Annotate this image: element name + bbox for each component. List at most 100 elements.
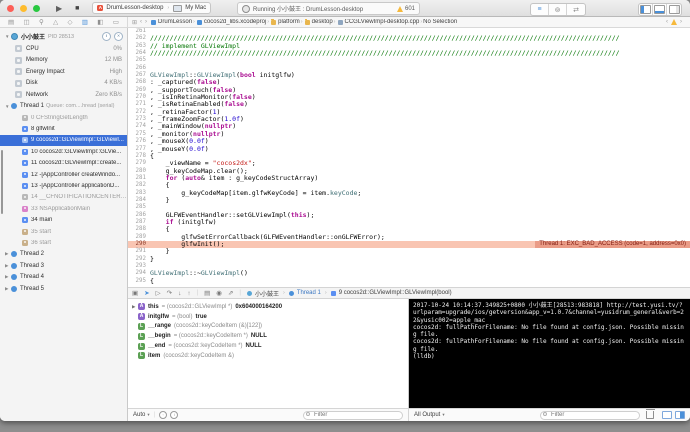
variable-row[interactable]: L __range (cocos2d::keyCodeItem (&)[122]) — [128, 322, 408, 332]
version-editor-button[interactable]: ⇄ — [567, 4, 585, 15]
variable-name: __end — [148, 343, 166, 350]
stack-frame-row[interactable]: 33 NSApplicationMain — [0, 203, 127, 214]
console-scope-popup[interactable]: All Output — [414, 412, 440, 418]
stack-frame-row[interactable]: 12 -[AppController createWindo... — [0, 169, 127, 180]
next-issue-icon[interactable]: › — [680, 19, 682, 25]
code-token: ; — [251, 159, 256, 168]
line-number: 275 — [135, 130, 146, 137]
continue-icon[interactable]: ▷ — [156, 289, 161, 297]
thread-1-row[interactable]: ▼ Thread 1 Queue: com....hread (serial) — [0, 101, 127, 113]
standard-editor-button[interactable]: ≡ — [531, 4, 549, 15]
breadcrumb-item[interactable]: cocos2d_libs.xcodeproj — [204, 19, 266, 25]
thread-row-collapsed[interactable]: ▶ Thread 3 — [0, 260, 127, 272]
breadcrumb-item[interactable]: platform — [278, 19, 300, 25]
variable-row[interactable]: Ainitglfw = (bool) true — [128, 312, 408, 322]
show-variables-view-toggle[interactable] — [662, 411, 672, 419]
clear-console-icon[interactable] — [645, 409, 655, 419]
other-threads: ▶ Thread 2 ▶ Thread 3 ▶ Thread 4 ▶ Thread 5 — [0, 249, 127, 295]
chevron-icon: › — [300, 19, 303, 25]
stack-frame-row[interactable]: 10 cocos2d::GLViewImpl::GLVie... — [0, 146, 127, 157]
step-over-icon[interactable]: ↷ — [167, 289, 172, 297]
process-row[interactable]: ▼ 小小鼓王 PID 28513 ‖ ✕ — [0, 30, 127, 43]
gauge-row-energy-impact[interactable]: Energy Impact High — [0, 66, 127, 78]
project-navigator-icon[interactable]: ▤ — [8, 18, 14, 26]
stack-frame-row[interactable]: 0 CFStringGetLength — [0, 112, 127, 123]
variable-row[interactable]: L __end = (cocos2d::keyCodeItem *) NULL — [128, 341, 408, 351]
zoom-window-button[interactable] — [33, 4, 40, 12]
source-editor[interactable]: 261 262 //////////////////////////////////… — [128, 28, 690, 287]
issue-navigator-icon[interactable]: △ — [53, 18, 58, 26]
stack-frame-row[interactable]: 9 cocos2d::GLViewImpl::GLViewI... — [0, 134, 127, 147]
run-button[interactable]: ▶ — [56, 0, 62, 17]
frame-label: 14 __CFNOTIFICATIONCENTER_I... — [31, 194, 127, 201]
gauge-row-network[interactable]: Network Zero KB/s — [0, 89, 127, 101]
process-view-options-icon[interactable]: ✕ — [114, 32, 123, 41]
code-token: GLViewImpl — [150, 269, 190, 278]
breakpoints-toggle-icon[interactable]: ➤ — [144, 289, 149, 297]
stack-frame-row[interactable]: 11 cocos2d::GLViewImpl::create... — [0, 158, 127, 169]
debug-navigator-icon[interactable]: ▥ — [82, 18, 88, 26]
back-icon[interactable]: ‹ — [140, 19, 142, 25]
debug-crumb-process[interactable]: 小小鼓王 — [255, 289, 279, 298]
console-output[interactable]: 2017-10-24 10:14:37.349825+0800 小小鼓王[285… — [409, 299, 690, 408]
source-control-navigator-icon[interactable]: ◫ — [24, 18, 30, 26]
variable-row[interactable]: L __begin = (cocos2d::keyCodeItem *) NULL — [128, 331, 408, 341]
variable-row[interactable]: Litem (cocos2d::keyCodeItem &) — [128, 351, 408, 361]
debug-crumb-thread[interactable]: Thread 1 — [297, 290, 321, 296]
toggle-navigator-button[interactable] — [639, 4, 653, 15]
assistant-editor-button[interactable]: ⊚ — [549, 4, 567, 15]
thread-row-collapsed[interactable]: ▶ Thread 4 — [0, 272, 127, 284]
stack-frame-row[interactable]: 14 __CFNOTIFICATIONCENTER_I... — [0, 192, 127, 203]
breadcrumb-item[interactable]: DrumLesson — [158, 19, 192, 25]
stack-frame-row[interactable]: 13 -[AppController applicationD... — [0, 180, 127, 191]
breadcrumb-item[interactable]: CCGLViewImpl-desktop.cpp — [345, 19, 420, 25]
thread-row-collapsed[interactable]: ▶ Thread 5 — [0, 283, 127, 295]
find-navigator-icon[interactable]: ⚲ — [39, 18, 44, 26]
debug-crumb-frame[interactable]: 9 cocos2d::GLViewImpl::GLViewImpl(bool) — [339, 290, 452, 296]
quicklook-eye-icon[interactable]: ◦ — [159, 411, 168, 419]
step-out-icon[interactable]: ↑ — [187, 290, 190, 297]
toggle-inspector-button[interactable] — [667, 4, 681, 15]
view-hierarchy-icon[interactable]: ▤ — [204, 289, 210, 297]
gauge-row-disk[interactable]: Disk 4 KB/s — [0, 78, 127, 90]
breadcrumb-item[interactable]: No Selection — [423, 19, 457, 25]
scheme-selector[interactable]: A DrumLesson-desktop › My Mac — [92, 2, 212, 14]
warning-count[interactable]: 601 — [405, 6, 415, 12]
variables-filter-input[interactable] — [303, 410, 403, 420]
toggle-debug-area-button[interactable] — [653, 4, 667, 15]
line-number: 262 — [135, 35, 146, 42]
gauge-row-cpu[interactable]: CPU 0% — [0, 43, 127, 55]
gauge-row-memory[interactable]: Memory 12 MB — [0, 55, 127, 67]
show-console-view-toggle[interactable] — [675, 411, 685, 419]
test-navigator-icon[interactable]: ◇ — [67, 18, 72, 26]
close-window-button[interactable] — [7, 4, 14, 12]
memory-graph-icon[interactable]: ◉ — [216, 289, 222, 297]
previous-issue-icon[interactable]: ‹ — [666, 19, 668, 25]
forward-icon[interactable]: › — [145, 19, 147, 25]
frame-label: 35 start — [31, 228, 52, 235]
stack-frame-row[interactable]: 36 start — [0, 237, 127, 248]
stack-frame-row[interactable]: 8 glfwInit — [0, 123, 127, 134]
report-navigator-icon[interactable]: ▭ — [113, 18, 119, 26]
breadcrumb-item[interactable]: desktop — [312, 19, 333, 25]
hide-debug-area-icon[interactable]: ▣ — [132, 289, 138, 297]
thread-row-collapsed[interactable]: ▶ Thread 2 — [0, 249, 127, 261]
stack-frame-row[interactable]: 35 start — [0, 226, 127, 237]
variable-row[interactable]: ▶ Athis = (cocos2d::GLViewImpl *) 0x6040001… — [128, 302, 408, 312]
jump-bar-warning-icon[interactable] — [671, 19, 677, 25]
gauge-label: Network — [26, 91, 49, 98]
console-filter-input[interactable] — [540, 410, 640, 420]
pause-process-icon[interactable]: ‖ — [102, 32, 111, 41]
stack-frame-row[interactable]: 34 main — [0, 215, 127, 226]
breakpoint-navigator-icon[interactable]: ◧ — [97, 18, 103, 26]
warning-icon[interactable] — [396, 5, 403, 12]
sidebar-scrollbar[interactable] — [1, 150, 3, 214]
stop-button[interactable]: ■ — [75, 0, 79, 17]
info-icon[interactable]: i — [170, 411, 179, 419]
console-filter — [540, 410, 640, 420]
related-items-icon[interactable]: ⊞ — [132, 19, 137, 26]
step-into-icon[interactable]: ↓ — [178, 290, 181, 297]
minimize-window-button[interactable] — [20, 4, 27, 12]
variables-scope-popup[interactable]: Auto — [133, 412, 145, 418]
simulate-location-icon[interactable]: ⇗ — [228, 289, 233, 297]
